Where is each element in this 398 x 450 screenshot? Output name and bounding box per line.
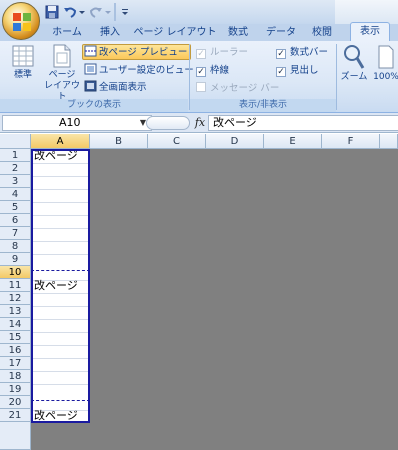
tab-review[interactable]: 校閲 [304,24,340,42]
ruler-checkbox-box: ✓ [196,49,206,59]
row-header-5[interactable]: 5 [0,201,31,214]
print-area-border[interactable] [31,149,90,423]
row-header-2[interactable]: 2 [0,162,31,175]
column-header-e[interactable]: E [264,134,322,149]
full-screen-label: 全画面表示 [99,82,147,93]
page-layout-label-line1: ページ [48,70,76,80]
redo-icon[interactable] [88,4,104,20]
row-header-18[interactable]: 18 [0,370,31,383]
custom-views-icon [84,63,97,75]
message-bar-checkbox-box [196,82,206,92]
magnifier-icon [344,45,365,69]
custom-views-label: ユーザー設定のビュー [99,65,194,76]
tab-insert[interactable]: 挿入 [90,24,130,42]
ruler-label: ルーラー [210,47,249,58]
customize-qat-icon[interactable] [120,4,130,20]
row-header-14[interactable]: 14 [0,318,31,331]
row-header-4[interactable]: 4 [0,188,31,201]
title-bar [0,0,398,24]
column-header-f[interactable]: F [322,134,380,149]
group-show-hide: ✓ ルーラー ✓ 枠線 メッセージ バー ✓ 数式バー ✓ 見出し 表示/非表示 [190,41,336,113]
page-layout-view-button[interactable]: ページ レイアウト [42,44,82,103]
message-bar-checkbox[interactable]: メッセージ バー [196,82,279,96]
formula-bar-label: 数式バー [290,47,329,58]
redo-dropdown-icon[interactable] [104,4,112,20]
gridlines-label: 枠線 [210,65,230,76]
zoom-100-icon [378,45,394,69]
headings-checkbox[interactable]: ✓ 見出し [276,64,319,78]
undo-dropdown-icon[interactable] [78,4,86,20]
tab-home[interactable]: ホーム [44,24,90,42]
column-header-a[interactable]: A [31,134,90,149]
row-header-17[interactable]: 17 [0,357,31,370]
name-box[interactable]: A10 [2,115,152,131]
zoom-button[interactable]: ズーム [339,44,369,83]
row-header-19[interactable]: 19 [0,383,31,396]
normal-view-icon [12,45,34,67]
row-header-filler [0,422,31,450]
save-icon[interactable] [44,4,60,20]
headings-checkbox-box: ✓ [276,67,286,77]
custom-views-button[interactable]: ユーザー設定のビュー [84,63,194,79]
row-header-13[interactable]: 13 [0,305,31,318]
headings-label: 見出し [290,65,319,76]
page-break-preview-label: 改ページ プレビュー [99,47,188,58]
tab-view[interactable]: 表示 [350,22,390,42]
row-header-7[interactable]: 7 [0,227,31,240]
formula-bar-checkbox[interactable]: ✓ 数式バー [276,46,328,60]
row-header-21[interactable]: 21 [0,409,31,422]
full-screen-icon [84,80,97,92]
zoom-label: ズーム [340,72,368,82]
page-break-preview-button[interactable]: 改ページ プレビュー [82,44,192,60]
worksheet-grid[interactable]: A B C D E F 改ページ 改ページ 改ページ 1 2 3 4 5 6 7… [0,134,398,450]
formula-bar-handle[interactable] [146,116,190,130]
row-header-12[interactable]: 12 [0,292,31,305]
row-header-1[interactable]: 1 [0,149,31,162]
title-bar-right [335,0,398,24]
column-header-d[interactable]: D [206,134,264,149]
full-screen-button[interactable]: 全画面表示 [84,80,147,96]
row-header-20[interactable]: 20 [0,396,31,409]
ribbon: 標準 ページ レイアウト 改ページ プレビュー ユーザー設定のビュー 全画面表示… [0,41,398,113]
group-zoom: ズーム 100% [337,41,398,113]
page-break-preview-icon [84,45,97,57]
ruler-checkbox[interactable]: ✓ ルーラー [196,46,248,60]
qat-separator [114,3,116,21]
page-layout-icon [53,44,71,68]
zoom-100-label: 100% [373,72,398,82]
formula-bar: A10 ▼ fx 改ページ [0,113,398,133]
group-workbook-views: 標準 ページ レイアウト 改ページ プレビュー ユーザー設定のビュー 全画面表示… [0,41,194,113]
office-logo-icon [13,13,31,31]
group-show-hide-label: 表示/非表示 [190,99,336,112]
zoom-100-button[interactable]: 100% [373,44,398,83]
row-header-16[interactable]: 16 [0,344,31,357]
row-header-15[interactable]: 15 [0,331,31,344]
tab-formulas[interactable]: 数式 [220,24,256,42]
normal-view-label: 標準 [13,70,32,80]
tab-data[interactable]: データ [260,24,302,42]
row-header-8[interactable]: 8 [0,240,31,253]
row-header-10[interactable]: 10 [0,266,31,279]
row-header-6[interactable]: 6 [0,214,31,227]
formula-bar-checkbox-box: ✓ [276,49,286,59]
office-button[interactable] [2,2,40,40]
normal-view-button[interactable]: 標準 [6,44,40,81]
gridlines-checkbox[interactable]: ✓ 枠線 [196,64,229,78]
select-all-corner[interactable] [0,134,31,149]
column-header-b[interactable]: B [90,134,148,149]
undo-icon[interactable] [62,4,78,20]
ribbon-tabs: ホーム 挿入 ページ レイアウト 数式 データ 校閲 表示 [0,22,398,42]
row-header-3[interactable]: 3 [0,175,31,188]
gridlines-checkbox-box: ✓ [196,67,206,77]
formula-input[interactable]: 改ページ [208,115,398,131]
message-bar-label: メッセージ バー [210,83,280,94]
row-header-9[interactable]: 9 [0,253,31,266]
tab-page-layout[interactable]: ページ レイアウト [132,24,218,42]
column-header-c[interactable]: C [148,134,206,149]
group-workbook-views-label: ブックの表示 [0,99,188,112]
insert-function-icon[interactable]: fx [192,115,208,131]
column-header-g[interactable] [380,134,398,149]
row-header-11[interactable]: 11 [0,279,31,292]
